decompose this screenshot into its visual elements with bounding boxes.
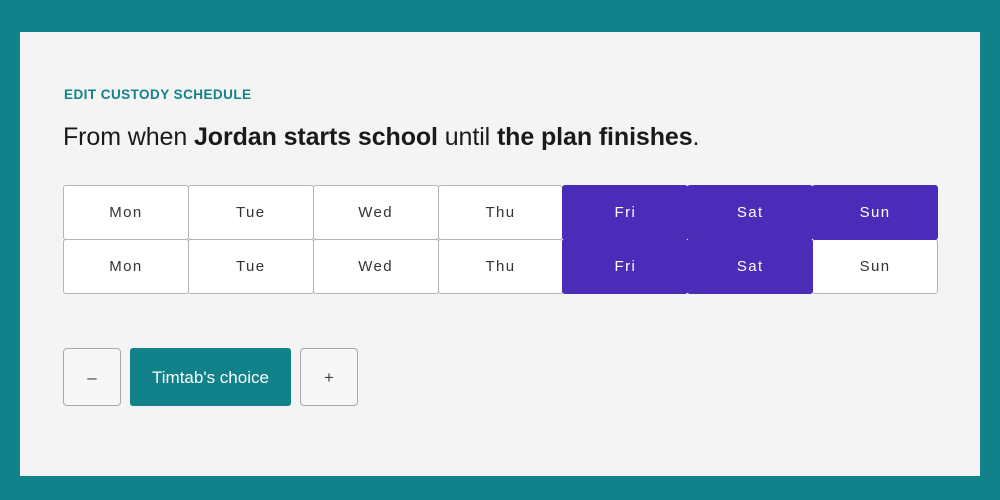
headline-strong-end: the plan finishes bbox=[496, 122, 693, 151]
card-content: EDIT CUSTODY SCHEDULE From when Jordan s… bbox=[63, 87, 939, 407]
day-cell-tue[interactable]: Tue bbox=[187, 185, 314, 241]
day-cell-label: Fri bbox=[614, 204, 637, 222]
day-cell-label: Sat bbox=[736, 258, 764, 276]
decrement-weeks-button[interactable]: – bbox=[63, 348, 121, 407]
day-cell-mon[interactable]: Mon bbox=[63, 239, 189, 295]
day-cell-mon[interactable]: Mon bbox=[63, 185, 189, 241]
day-cell-label: Mon bbox=[109, 204, 143, 222]
day-cell-label: Wed bbox=[358, 258, 394, 276]
day-cell-fri[interactable]: Fri bbox=[562, 239, 689, 295]
day-cell-label: Fri bbox=[614, 258, 637, 276]
day-cell-label: Sun bbox=[859, 204, 891, 222]
day-cell-fri[interactable]: Fri bbox=[562, 185, 689, 241]
headline-segment-1: From when bbox=[63, 122, 194, 151]
page-title: From when Jordan starts school until the… bbox=[63, 123, 938, 152]
day-cell-sun[interactable]: Sun bbox=[812, 185, 939, 241]
day-cell-tue[interactable]: Tue bbox=[187, 239, 314, 295]
day-cell-thu[interactable]: Thu bbox=[437, 185, 564, 241]
custody-day-grid: Mon Tue Wed Thu Fri Sat Sun Mon Tue Wed Thu Fri Sat S… bbox=[63, 185, 939, 295]
increment-weeks-button[interactable]: + bbox=[299, 348, 358, 407]
day-cell-label: Sat bbox=[736, 204, 764, 222]
app-frame: EDIT CUSTODY SCHEDULE From when Jordan s… bbox=[0, 0, 1000, 500]
day-cell-label: Tue bbox=[236, 258, 266, 276]
day-cell-label: Wed bbox=[358, 204, 394, 222]
day-cell-label: Thu bbox=[485, 258, 516, 276]
headline-strong-start: Jordan starts school bbox=[193, 122, 438, 151]
timtabs-choice-button[interactable]: Timtab's choice bbox=[130, 348, 291, 407]
day-cell-label: Sun bbox=[859, 258, 891, 276]
day-cell-label: Tue bbox=[236, 204, 266, 222]
custody-week-row: Mon Tue Wed Thu Fri Sat Sun bbox=[63, 185, 939, 241]
headline-segment-2: until bbox=[437, 122, 497, 151]
schedule-card: EDIT CUSTODY SCHEDULE From when Jordan s… bbox=[20, 32, 980, 476]
day-cell-label: Mon bbox=[109, 258, 143, 276]
page-eyebrow-label: EDIT CUSTODY SCHEDULE bbox=[64, 87, 252, 102]
day-cell-sun[interactable]: Sun bbox=[812, 239, 939, 295]
day-cell-sat[interactable]: Sat bbox=[687, 185, 814, 241]
headline-segment-3: . bbox=[692, 122, 700, 151]
custody-week-row: Mon Tue Wed Thu Fri Sat Sun bbox=[63, 239, 939, 295]
day-cell-wed[interactable]: Wed bbox=[312, 239, 439, 295]
day-cell-label: Thu bbox=[485, 204, 516, 222]
day-cell-wed[interactable]: Wed bbox=[312, 185, 439, 241]
day-cell-thu[interactable]: Thu bbox=[437, 239, 564, 295]
schedule-controls: – Timtab's choice + bbox=[63, 348, 938, 407]
day-cell-sat[interactable]: Sat bbox=[687, 239, 814, 295]
